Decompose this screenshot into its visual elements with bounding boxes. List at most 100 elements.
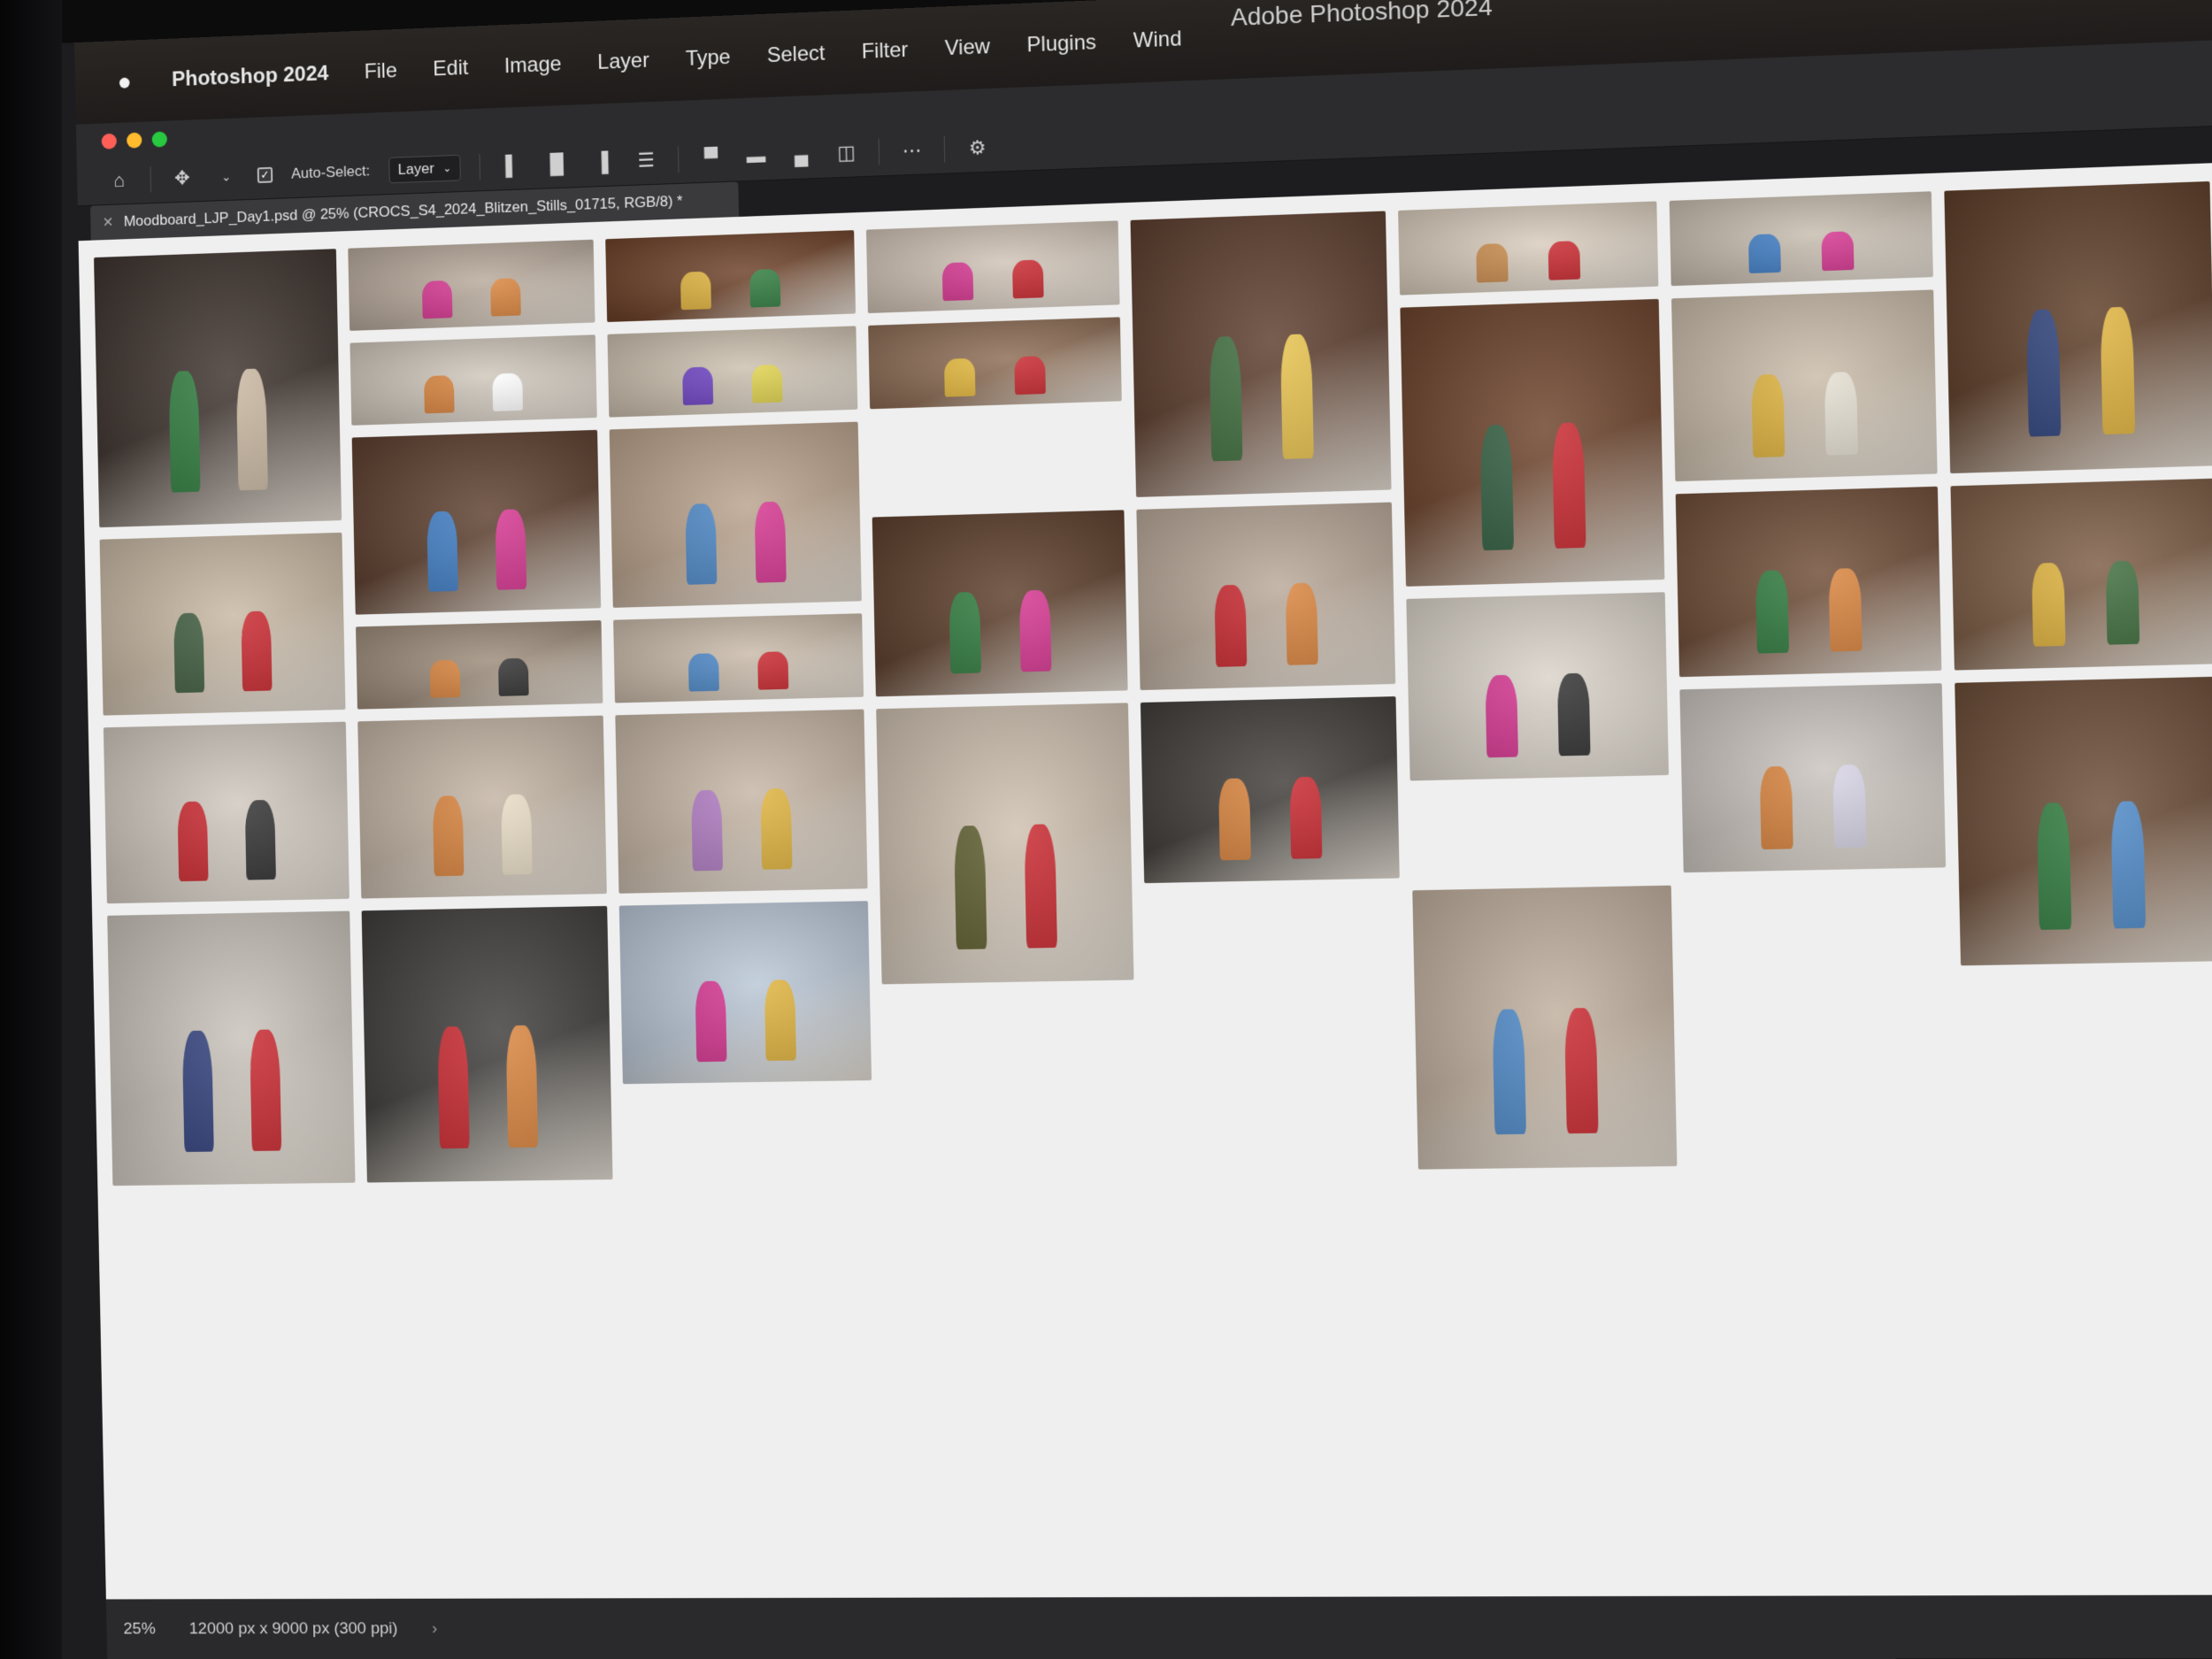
moodboard-photo-man-olive-shirt[interactable] xyxy=(876,703,1134,985)
moodboard-photo-yellow-socks[interactable] xyxy=(1671,289,1938,482)
moodboard-photo-group-dancing[interactable] xyxy=(1955,676,2212,966)
photo-subject xyxy=(764,979,796,1061)
moodboard-photo-girl-with-gift[interactable] xyxy=(615,709,868,894)
moodboard-photo-couch-relaxing[interactable] xyxy=(1140,696,1400,884)
menu-view[interactable]: View xyxy=(945,35,991,61)
moodboard-photo-girl-christmas-tree[interactable] xyxy=(1950,478,2212,671)
moodboard-photo-partial-wall[interactable] xyxy=(349,334,597,426)
distribute-horizontal-icon[interactable]: ◫ xyxy=(833,140,860,167)
menu-image[interactable]: Image xyxy=(504,51,562,78)
moodboard-photo-legs-on-stairs-2[interactable] xyxy=(1944,180,2212,474)
photo-subject xyxy=(749,268,781,308)
moodboard-photo-living-room-hearth[interactable] xyxy=(94,249,342,528)
monitor-bezel xyxy=(0,0,62,1659)
photo-subject xyxy=(250,1028,282,1152)
menu-window[interactable]: Wind xyxy=(1133,27,1182,53)
divider xyxy=(150,166,152,193)
moodboard-photo-woman-blue-sweater[interactable] xyxy=(609,421,862,608)
moodboard-photo-wall-charms[interactable] xyxy=(1406,592,1670,781)
align-bottom-edges-icon[interactable]: ▄ xyxy=(787,141,814,168)
photo-subject xyxy=(954,825,987,950)
minimize-window-button[interactable] xyxy=(127,132,142,149)
moodboard-photo-stairs-colorful[interactable] xyxy=(605,230,856,323)
align-left-edges-icon[interactable]: ▌ xyxy=(499,152,526,180)
auto-select-checkbox[interactable]: ✓ xyxy=(257,166,273,184)
more-options-icon[interactable]: ⋯ xyxy=(898,137,925,165)
divider xyxy=(878,138,880,165)
moodboard-photo-legs-near-tree[interactable] xyxy=(356,620,603,710)
home-icon[interactable]: ⌂ xyxy=(106,167,132,194)
move-tool-icon[interactable]: ✥ xyxy=(169,165,195,191)
photo-subject xyxy=(695,980,727,1062)
menu-layer[interactable]: Layer xyxy=(597,48,649,74)
moodboard-photo-red-clogs-closeup[interactable] xyxy=(1136,502,1396,691)
apple-menu-icon[interactable]: ● xyxy=(112,67,136,96)
moodboard-photo-gift-exchange[interactable] xyxy=(613,613,864,703)
moodboard-photo-father-daughter[interactable] xyxy=(99,532,346,716)
divider xyxy=(479,153,481,180)
chevron-down-icon[interactable]: ⌄ xyxy=(213,163,239,189)
photoshop-window: ● Photoshop 2024 File Edit Image Layer T… xyxy=(15,0,2212,1659)
divider xyxy=(943,135,946,163)
auto-select-dropdown[interactable]: Layer ⌄ xyxy=(388,154,462,184)
menu-plugins[interactable]: Plugins xyxy=(1026,30,1096,58)
photo-subject xyxy=(432,795,464,876)
photo-subject xyxy=(2032,562,2066,647)
moodboard-photo-family-kitchen[interactable] xyxy=(107,910,356,1187)
chevron-right-icon[interactable]: › xyxy=(432,1619,438,1639)
moodboard-photo-kid-yellow-pants[interactable] xyxy=(868,317,1122,410)
document-canvas[interactable] xyxy=(78,162,2212,1600)
photo-subject xyxy=(687,653,719,692)
moodboard-photo-woman-crafting[interactable] xyxy=(1679,683,1947,873)
photo-subject xyxy=(691,789,723,871)
moodboard-photo-legs-on-stairs[interactable] xyxy=(348,239,595,331)
photo-subject xyxy=(1751,373,1785,457)
zoom-window-button[interactable] xyxy=(151,131,168,148)
window-controls xyxy=(101,131,168,150)
auto-select-value: Layer xyxy=(397,159,434,179)
moodboard-photo-kids-on-floor[interactable] xyxy=(1412,885,1678,1170)
moodboard-photo-gifts-on-rug[interactable] xyxy=(607,326,858,418)
align-vertical-centers-icon[interactable]: ▬ xyxy=(742,142,769,170)
photo-subject xyxy=(682,366,713,405)
moodboard-grid xyxy=(94,180,2212,1582)
menu-file[interactable]: File xyxy=(364,58,397,84)
moodboard-photo-three-friends-laughing[interactable] xyxy=(872,510,1128,697)
gear-icon[interactable]: ⚙ xyxy=(964,134,991,162)
close-window-button[interactable] xyxy=(101,133,118,150)
moodboard-photo-family-on-stairs[interactable] xyxy=(1400,298,1665,587)
moodboard-photo-legs-pink-orange[interactable] xyxy=(865,220,1120,314)
moodboard-photo-christmas-tree[interactable] xyxy=(1130,211,1392,497)
align-right-edges-icon[interactable]: ▐ xyxy=(588,149,615,176)
photo-subject xyxy=(490,277,521,317)
menu-select[interactable]: Select xyxy=(767,41,826,67)
zoom-level[interactable]: 25% xyxy=(123,1620,156,1640)
moodboard-photo-kid-blue-sweater[interactable] xyxy=(1669,191,1933,287)
photo-subject xyxy=(751,364,783,403)
moodboard-photo-reading-by-fire[interactable] xyxy=(361,905,613,1183)
moodboard-photo-legs-dancing[interactable] xyxy=(1398,201,1659,296)
chevron-down-icon: ⌄ xyxy=(442,162,452,175)
menu-app-name[interactable]: Photoshop 2024 xyxy=(172,61,329,92)
moodboard-photo-crocs-on-wall[interactable] xyxy=(103,721,349,904)
align-horizontal-centers-icon[interactable]: █ xyxy=(543,150,570,178)
photo-subject xyxy=(1286,582,1318,665)
moodboard-photo-dancing-in-living-room[interactable] xyxy=(357,715,607,899)
moodboard-photo-three-dancing[interactable] xyxy=(351,429,602,615)
photo-subject xyxy=(2110,800,2147,929)
photo-subject xyxy=(680,271,711,310)
menu-edit[interactable]: Edit xyxy=(433,56,468,81)
photo-subject xyxy=(944,357,976,397)
photo-subject xyxy=(1755,569,1789,654)
menu-type[interactable]: Type xyxy=(685,45,730,72)
photo-subject xyxy=(1759,765,1793,849)
moodboard-photo-table-crafts[interactable] xyxy=(618,901,872,1085)
menu-filter[interactable]: Filter xyxy=(861,37,908,64)
moodboard-photo-woman-dancing-green[interactable] xyxy=(1675,486,1942,678)
photo-subject xyxy=(1557,672,1591,756)
photo-subject xyxy=(426,511,458,592)
distribute-vertical-icon[interactable]: ☰ xyxy=(633,147,659,174)
align-top-edges-icon[interactable]: ▀ xyxy=(698,144,725,172)
photo-subject xyxy=(505,1025,539,1148)
close-icon[interactable]: ✕ xyxy=(102,213,114,231)
